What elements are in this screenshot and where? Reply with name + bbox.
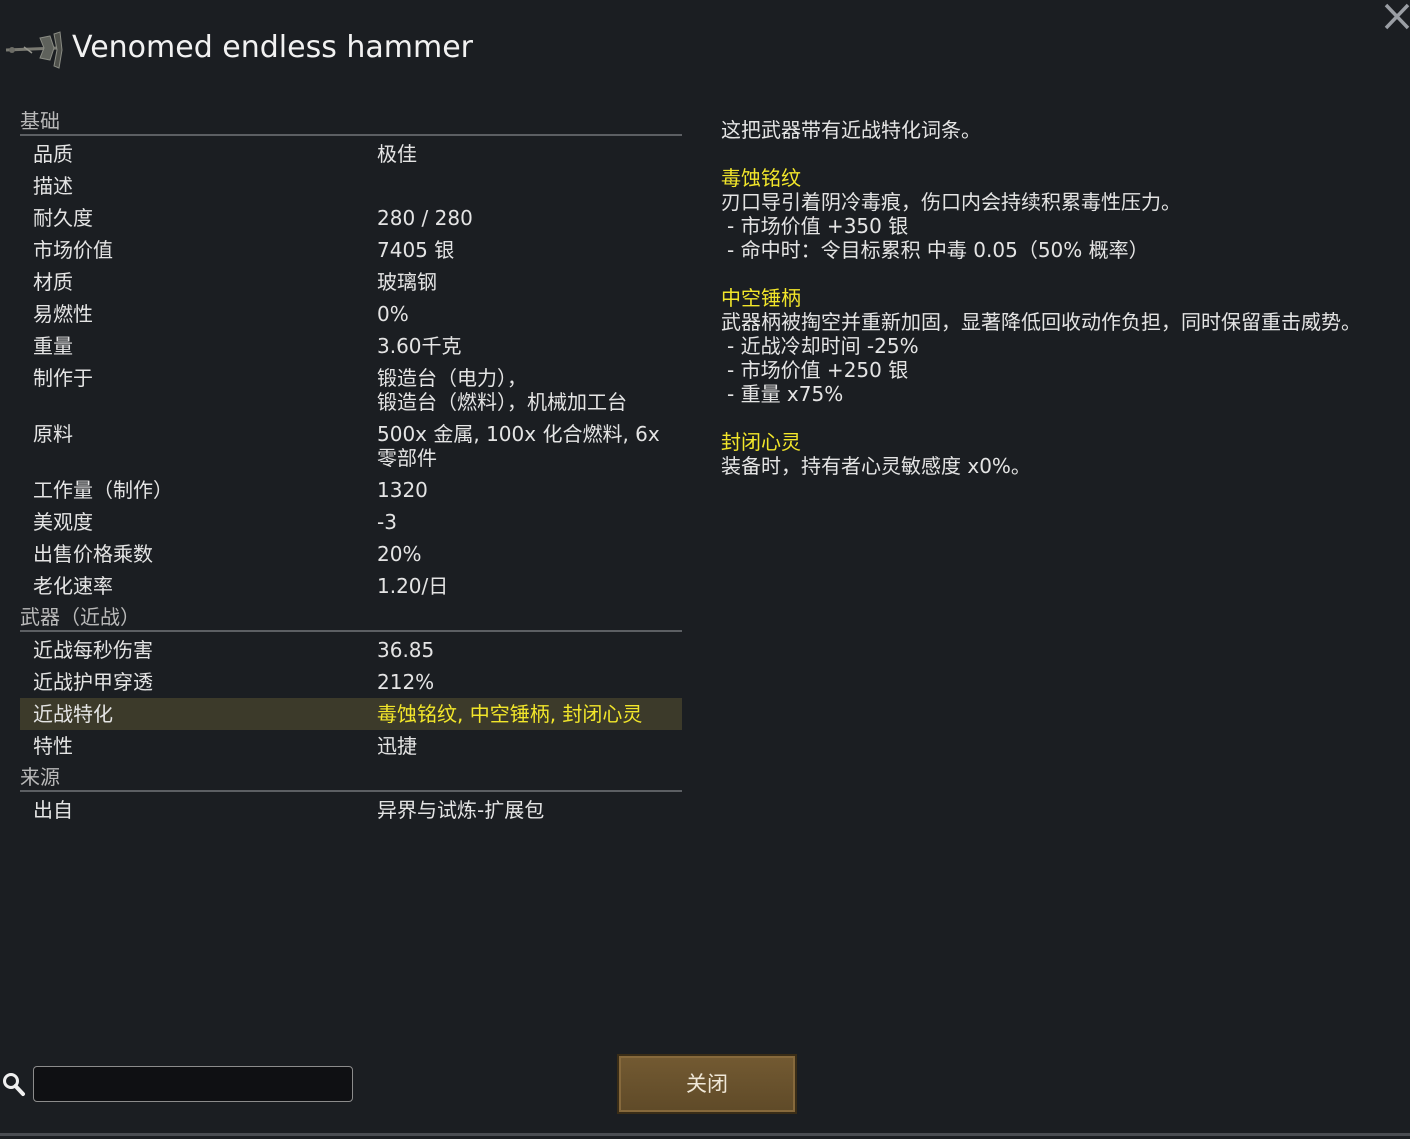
trait-closed-mind: 封闭心灵 装备时，持有者心灵敏感度 x0%。 bbox=[721, 430, 1361, 478]
stat-row-quality[interactable]: 品质 极佳 bbox=[20, 138, 682, 170]
trait-description: 武器柄被掏空并重新加固，显著降低回收动作负担，同时保留重击威势。 bbox=[721, 310, 1361, 334]
stat-label: 重量 bbox=[33, 334, 73, 358]
stat-value: 1.20/日 bbox=[377, 574, 449, 598]
stat-value: 3.60千克 bbox=[377, 334, 462, 358]
stat-label: 近战特化 bbox=[33, 702, 113, 726]
stat-value: 0% bbox=[377, 302, 409, 326]
trait-effect: - 近战冷却时间 -25% bbox=[727, 334, 919, 358]
trait-effect: - 命中时：令目标累积 中毒 0.05（50% 概率） bbox=[727, 238, 1149, 262]
section-header: 来源 bbox=[20, 762, 682, 792]
stat-value: 7405 银 bbox=[377, 238, 455, 262]
stat-row-melee-armor-penetration[interactable]: 近战护甲穿透 212% bbox=[20, 666, 682, 698]
trait-description: 装备时，持有者心灵敏感度 x0%。 bbox=[721, 454, 1031, 478]
stat-label: 品质 bbox=[33, 142, 73, 166]
section-source: 来源 出自 异界与试炼-扩展包 bbox=[20, 762, 682, 826]
trait-hollow-handle: 中空锤柄 武器柄被掏空并重新加固，显著降低回收动作负担，同时保留重击威势。 - … bbox=[721, 286, 1361, 406]
stat-label: 近战护甲穿透 bbox=[33, 670, 153, 694]
close-icon[interactable] bbox=[1380, 0, 1410, 34]
stat-value: 极佳 bbox=[377, 142, 417, 166]
window-title: Venomed endless hammer bbox=[72, 30, 474, 65]
stat-value: 毒蚀铭纹, 中空锤柄, 封闭心灵 bbox=[377, 702, 643, 726]
section-basic: 基础 品质 极佳 描述 耐久度 280 / 280 市场价值 7405 银 材质 玻璃钢… bbox=[20, 106, 682, 602]
stat-value: 280 / 280 bbox=[377, 206, 473, 230]
stat-label: 工作量（制作） bbox=[33, 478, 173, 502]
stat-row-flammability[interactable]: 易燃性 0% bbox=[20, 298, 682, 330]
stat-row-deterioration-rate[interactable]: 老化速率 1.20/日 bbox=[20, 570, 682, 602]
stat-value: 20% bbox=[377, 542, 422, 566]
stat-row-description[interactable]: 描述 bbox=[20, 170, 682, 202]
stat-row-melee-specialization[interactable]: 近战特化 毒蚀铭纹, 中空锤柄, 封闭心灵 bbox=[20, 698, 682, 730]
close-button[interactable]: 关闭 bbox=[617, 1054, 797, 1114]
stats-panel: 基础 品质 极佳 描述 耐久度 280 / 280 市场价值 7405 银 材质 玻璃钢… bbox=[20, 106, 682, 826]
stat-row-ingredients[interactable]: 原料 500x 金属, 100x 化合燃料, 6x 零部件 bbox=[20, 418, 682, 474]
search-input[interactable] bbox=[33, 1066, 353, 1102]
stat-label: 制作于 bbox=[33, 366, 93, 390]
trait-description: 刃口导引着阴冷毒痕，伤口内会持续积累毒性压力。 bbox=[721, 190, 1181, 214]
stat-value: 212% bbox=[377, 670, 435, 694]
stat-row-melee-dps[interactable]: 近战每秒伤害 36.85 bbox=[20, 634, 682, 666]
trait-effect: - 市场价值 +350 银 bbox=[727, 214, 909, 238]
stat-value: 迅捷 bbox=[377, 734, 417, 758]
trait-name: 中空锤柄 bbox=[721, 286, 801, 310]
search-icon bbox=[2, 1071, 26, 1097]
stat-label: 市场价值 bbox=[33, 238, 113, 262]
stat-row-source[interactable]: 出自 异界与试炼-扩展包 bbox=[20, 794, 682, 826]
section-header: 基础 bbox=[20, 106, 682, 136]
stat-label: 材质 bbox=[33, 270, 73, 294]
stat-label: 原料 bbox=[33, 422, 73, 446]
stat-value: -3 bbox=[377, 510, 397, 534]
section-header: 武器（近战） bbox=[20, 602, 682, 632]
stat-row-sell-price-factor[interactable]: 出售价格乘数 20% bbox=[20, 538, 682, 570]
stat-row-durability[interactable]: 耐久度 280 / 280 bbox=[20, 202, 682, 234]
trait-name: 毒蚀铭纹 bbox=[721, 166, 801, 190]
stat-label: 老化速率 bbox=[33, 574, 113, 598]
stat-value: 异界与试炼-扩展包 bbox=[377, 798, 545, 822]
stat-value bbox=[377, 174, 682, 198]
stat-row-material[interactable]: 材质 玻璃钢 bbox=[20, 266, 682, 298]
stat-label: 耐久度 bbox=[33, 206, 93, 230]
bottom-divider bbox=[0, 1133, 1410, 1136]
stat-value: 锻造台（电力）， 锻造台（燃料），机械加工台 bbox=[377, 366, 627, 414]
stat-row-weight[interactable]: 重量 3.60千克 bbox=[20, 330, 682, 362]
stat-label: 近战每秒伤害 bbox=[33, 638, 153, 662]
stat-label: 特性 bbox=[33, 734, 73, 758]
details-panel: 这把武器带有近战特化词条。 毒蚀铭纹 刃口导引着阴冷毒痕，伤口内会持续积累毒性压… bbox=[721, 118, 1361, 502]
trait-venom-inscription: 毒蚀铭纹 刃口导引着阴冷毒痕，伤口内会持续积累毒性压力。 - 市场价值 +350… bbox=[721, 166, 1361, 262]
stat-row-work-to-make[interactable]: 工作量（制作） 1320 bbox=[20, 474, 682, 506]
stat-value: 36.85 bbox=[377, 638, 435, 662]
section-weapon-melee: 武器（近战） 近战每秒伤害 36.85 近战护甲穿透 212% 近战特化 毒蚀铭纹, … bbox=[20, 602, 682, 762]
stat-label: 描述 bbox=[33, 174, 73, 198]
trait-name: 封闭心灵 bbox=[721, 430, 801, 454]
hammer-icon bbox=[5, 31, 63, 69]
stat-row-market-value[interactable]: 市场价值 7405 银 bbox=[20, 234, 682, 266]
stat-value: 玻璃钢 bbox=[377, 270, 437, 294]
stat-label: 美观度 bbox=[33, 510, 93, 534]
item-icon bbox=[4, 28, 66, 74]
stat-row-traits[interactable]: 特性 迅捷 bbox=[20, 730, 682, 762]
stat-value: 500x 金属, 100x 化合燃料, 6x 零部件 bbox=[377, 422, 660, 470]
stat-row-beauty[interactable]: 美观度 -3 bbox=[20, 506, 682, 538]
stat-label: 出售价格乘数 bbox=[33, 542, 153, 566]
stat-label: 出自 bbox=[33, 798, 73, 822]
trait-effect: - 市场价值 +250 银 bbox=[727, 358, 909, 382]
trait-effect: - 重量 x75% bbox=[727, 382, 844, 406]
stat-value: 1320 bbox=[377, 478, 428, 502]
details-intro: 这把武器带有近战特化词条。 bbox=[721, 118, 981, 142]
stat-label: 易燃性 bbox=[33, 302, 93, 326]
stat-row-crafted-at[interactable]: 制作于 锻造台（电力）， 锻造台（燃料），机械加工台 bbox=[20, 362, 682, 418]
